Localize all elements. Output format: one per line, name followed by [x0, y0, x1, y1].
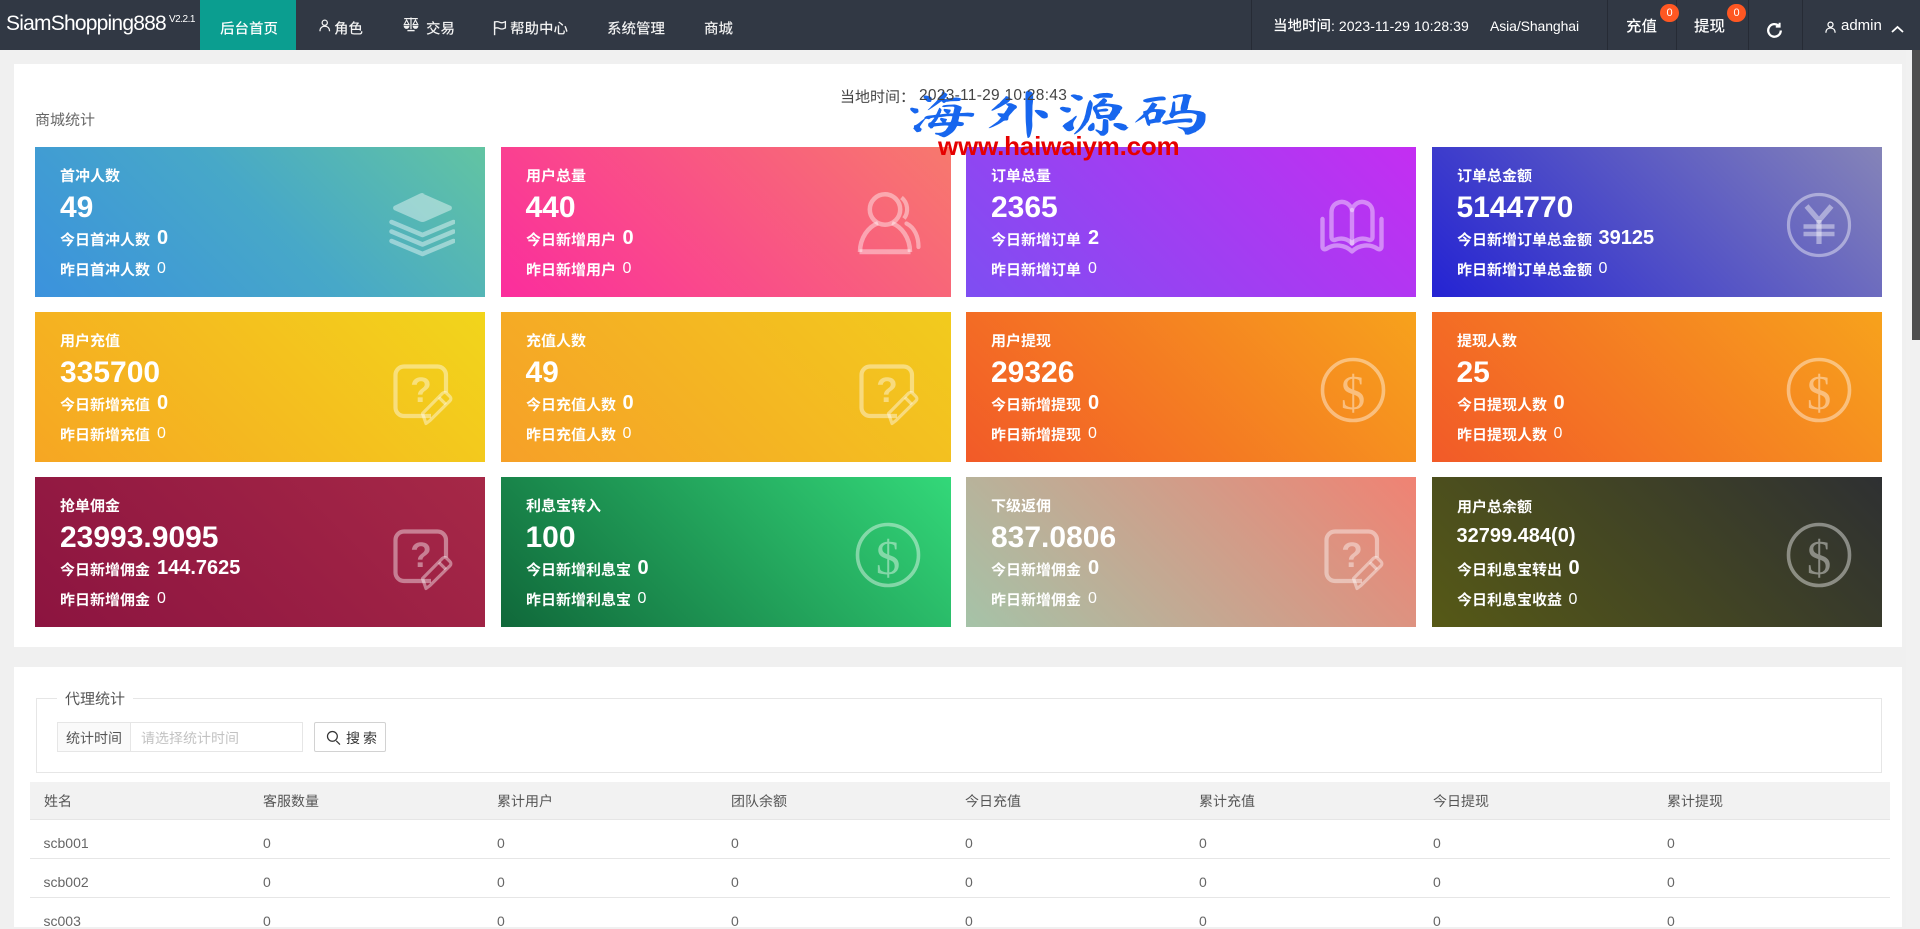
svg-text:$: $ — [1341, 365, 1366, 420]
svg-text:$: $ — [875, 530, 900, 585]
svg-text:$: $ — [1806, 365, 1831, 420]
svg-text:?: ? — [410, 536, 431, 575]
svg-text:?: ? — [1341, 536, 1362, 575]
svg-text:?: ? — [876, 371, 897, 410]
svg-text:?: ? — [410, 371, 431, 410]
svg-text:$: $ — [1806, 530, 1831, 585]
